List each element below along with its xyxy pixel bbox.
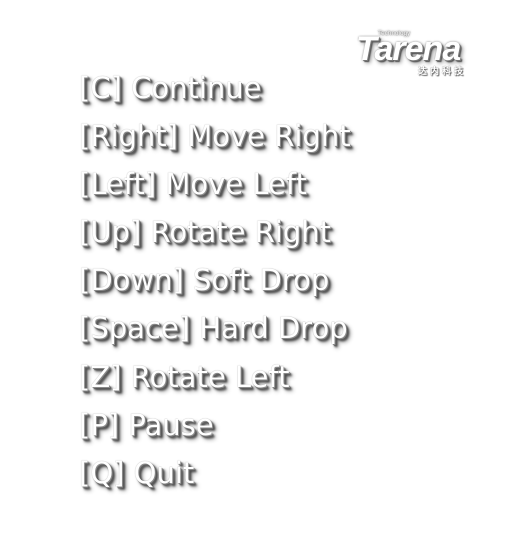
menu-item-hard-drop[interactable]: [Space] Hard Drop	[79, 304, 351, 352]
tarena-logo: Tarena Technology 达内科技	[356, 30, 480, 80]
menu-item-continue[interactable]: [C] Continue	[79, 64, 351, 112]
menu-item-rotate-left[interactable]: [Z] Rotate Left	[79, 353, 351, 401]
menu-item-quit[interactable]: [Q] Quit	[79, 449, 351, 497]
menu-item-pause[interactable]: [P] Pause	[79, 401, 351, 449]
logo-chinese-name: 达内科技	[418, 67, 467, 77]
logo-tagline: Technology	[378, 31, 411, 37]
menu-item-move-left[interactable]: [Left] Move Left	[79, 160, 351, 208]
menu-item-move-right[interactable]: [Right] Move Right	[79, 112, 351, 160]
menu-item-soft-drop[interactable]: [Down] Soft Drop	[79, 256, 351, 304]
menu-item-rotate-right[interactable]: [Up] Rotate Right	[79, 208, 351, 256]
key-controls-menu: [C] Continue [Right] Move Right [Left] M…	[79, 64, 351, 497]
logo-wordmark: Tarena	[356, 30, 461, 68]
